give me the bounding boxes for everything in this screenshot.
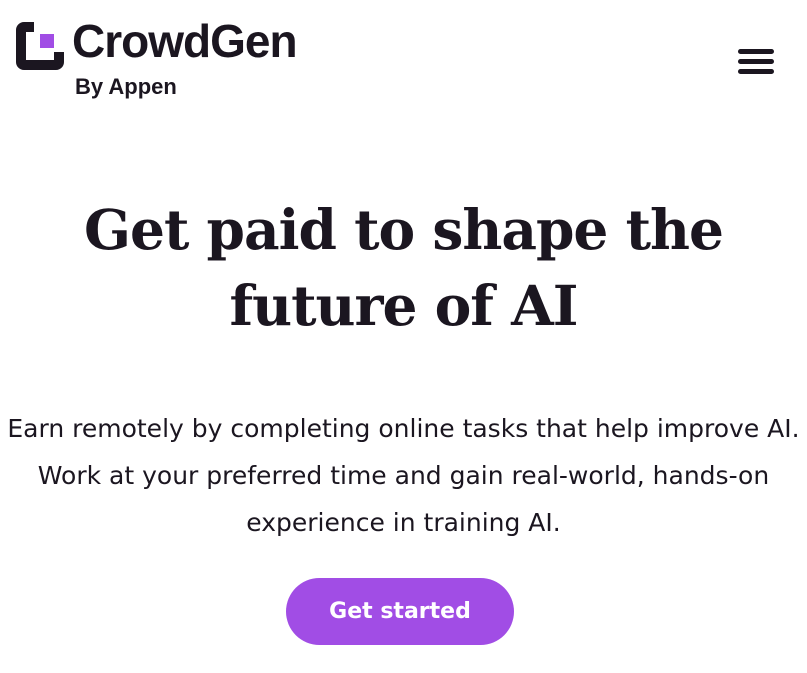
menu-bar-middle: [738, 59, 774, 64]
get-started-button[interactable]: Get started: [286, 578, 514, 645]
hero-title-line-2: future of AI: [229, 273, 578, 338]
site-header: CrowdGen By Appen: [0, 0, 807, 110]
crowdgen-logo[interactable]: CrowdGen By Appen: [12, 15, 332, 102]
hero-description: Earn remotely by completing online tasks…: [0, 405, 807, 546]
hero-description-line-2: Work at your preferred time and gain rea…: [37, 461, 770, 490]
hero-title-line-1: Get paid to shape the: [84, 197, 724, 262]
logo-tagline: By Appen: [75, 74, 177, 99]
hero-description-line-1: Earn remotely by completing online tasks…: [7, 414, 800, 443]
menu-bar-bottom: [738, 69, 774, 74]
crowdgen-logo-mark-icon: [16, 22, 64, 70]
hero-description-line-3: experience in training AI.: [246, 508, 561, 537]
hero-title: Get paid to shape the future of AI: [40, 192, 767, 344]
logo-wordmark: CrowdGen: [72, 15, 298, 67]
hamburger-menu-icon[interactable]: [736, 46, 776, 76]
menu-bar-top: [738, 49, 774, 54]
